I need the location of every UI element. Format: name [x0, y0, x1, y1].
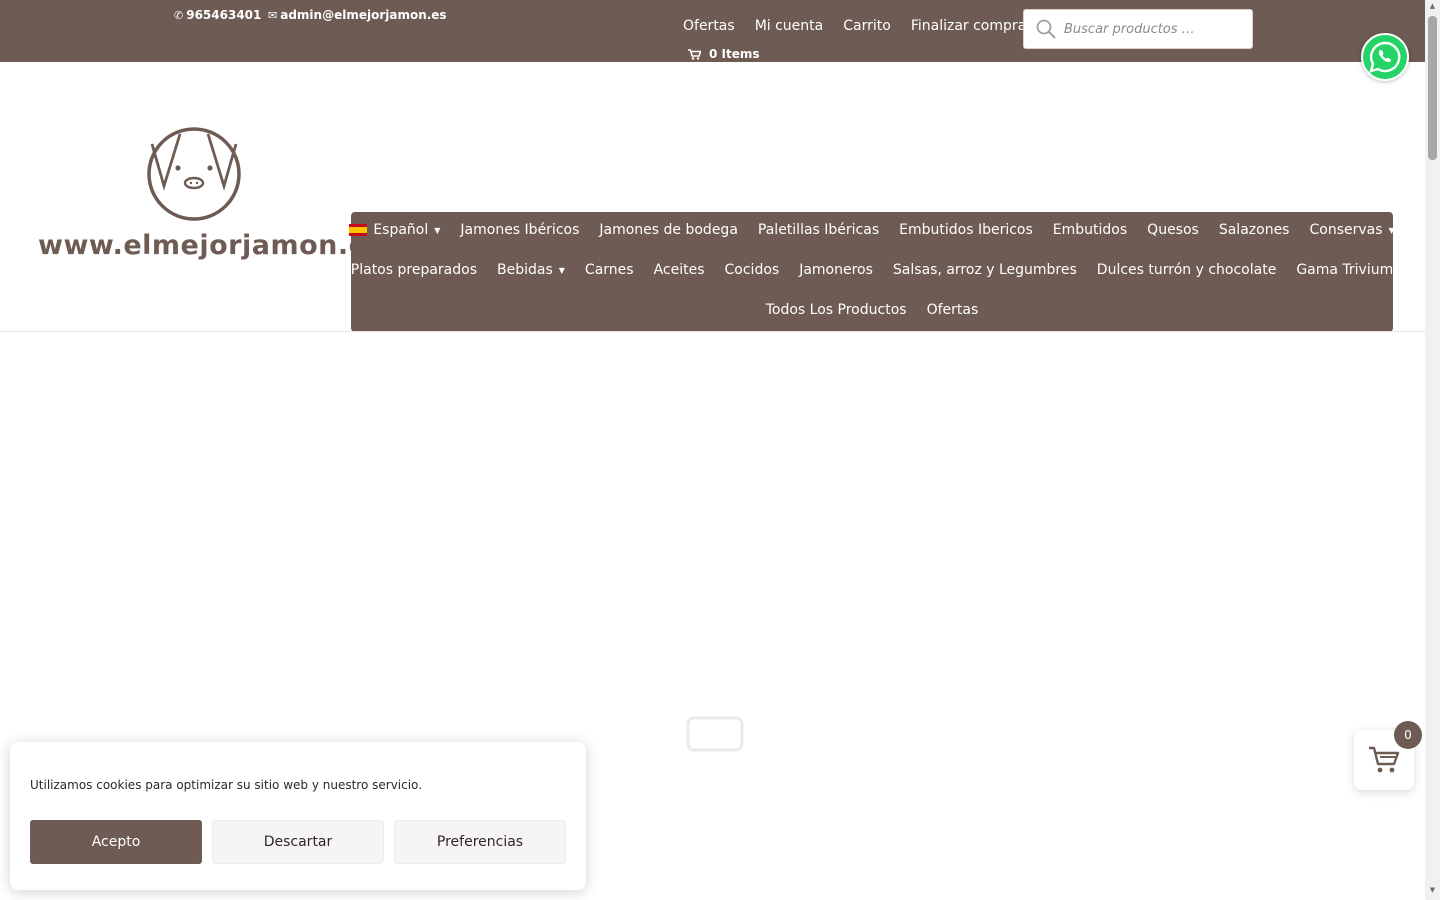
cart-icon	[1369, 746, 1400, 773]
nav-item-aceites[interactable]: Aceites	[654, 262, 705, 278]
nav-item-todos[interactable]: Todos Los Productos	[766, 302, 907, 318]
conservas-label: Conservas	[1309, 222, 1383, 238]
cart-icon	[688, 48, 701, 60]
email-contact[interactable]: ✉ admin@elmejorjamon.es	[268, 8, 447, 22]
cookie-message: Utilizamos cookies para optimizar su sit…	[30, 778, 423, 792]
caret-down-icon: ▼	[558, 265, 565, 275]
cookie-preferences-button[interactable]: Preferencias	[394, 820, 566, 864]
phone-contact[interactable]: ✆ 965463401	[174, 8, 261, 22]
caret-down-icon: ▼	[434, 225, 441, 235]
nav-item-conservas[interactable]: Conservas ▼	[1309, 222, 1394, 238]
search-icon[interactable]	[1036, 19, 1056, 39]
product-search	[1023, 9, 1253, 49]
whatsapp-icon	[1369, 41, 1401, 73]
nav-item-jamones-bodega[interactable]: Jamones de bodega	[599, 222, 738, 238]
whatsapp-button[interactable]	[1361, 33, 1409, 81]
site-name[interactable]: www.elmejorjamon.es	[38, 230, 384, 261]
top-links: Ofertas Mi cuenta Carrito Finalizar comp…	[683, 18, 1026, 34]
nav-item-salsas[interactable]: Salsas, arroz y Legumbres	[893, 262, 1077, 278]
cookie-deny-button[interactable]: Descartar	[212, 820, 384, 864]
cookie-banner: Utilizamos cookies para optimizar su sit…	[10, 742, 586, 890]
nav-item-jamones-ibericos[interactable]: Jamones Ibéricos	[460, 222, 579, 238]
nav-row-1: Español ▼ Jamones Ibéricos Jamones de bo…	[349, 222, 1395, 238]
envelope-icon: ✉	[268, 8, 278, 22]
nav-item-salazones[interactable]: Salazones	[1219, 222, 1290, 238]
top-cart-summary[interactable]: 0 Items	[688, 47, 760, 61]
top-link-finalizar-compra[interactable]: Finalizar compra	[911, 18, 1026, 34]
scrollbar-thumb[interactable]	[1428, 16, 1437, 160]
nav-item-bebidas[interactable]: Bebidas ▼	[497, 262, 565, 278]
email-address: admin@elmejorjamon.es	[280, 8, 447, 22]
search-input[interactable]	[1064, 21, 1244, 37]
cart-count-badge: 0	[1394, 721, 1422, 749]
cookie-accept-button[interactable]: Acepto	[30, 820, 202, 864]
phone-number: 965463401	[186, 8, 262, 22]
nav-item-embutidos[interactable]: Embutidos	[1053, 222, 1127, 238]
scroll-down-icon[interactable]: ▼	[1428, 886, 1437, 894]
cart-items-count: 0 Items	[709, 47, 760, 61]
nav-item-dulces[interactable]: Dulces turrón y chocolate	[1097, 262, 1277, 278]
nav-item-gama-trivium[interactable]: Gama Trivium	[1296, 262, 1393, 278]
nav-item-quesos[interactable]: Quesos	[1147, 222, 1199, 238]
spain-flag-icon	[349, 224, 368, 236]
scroll-up-icon[interactable]: ▲	[1428, 2, 1437, 10]
nav-item-embutidos-ibericos[interactable]: Embutidos Ibericos	[899, 222, 1033, 238]
bebidas-label: Bebidas	[497, 262, 553, 278]
nav-item-ofertas[interactable]: Ofertas	[927, 302, 979, 318]
nav-row-3: Todos Los Productos Ofertas	[351, 302, 1393, 318]
phone-icon: ✆	[174, 8, 184, 22]
main-nav: Español ▼ Jamones Ibéricos Jamones de bo…	[349, 212, 1395, 332]
pig-logo-icon	[147, 127, 241, 221]
loading-icon	[686, 716, 744, 752]
nav-item-platos[interactable]: Platos preparados	[351, 262, 477, 278]
nav-item-language[interactable]: Español ▼	[349, 222, 440, 238]
language-label: Español	[373, 222, 429, 238]
nav-item-jamoneros[interactable]: Jamoneros	[799, 262, 873, 278]
top-link-ofertas[interactable]: Ofertas	[683, 18, 735, 34]
top-link-mi-cuenta[interactable]: Mi cuenta	[755, 18, 824, 34]
header-divider	[0, 331, 1425, 332]
caret-down-icon: ▼	[1388, 225, 1395, 235]
nav-item-cocidos[interactable]: Cocidos	[725, 262, 780, 278]
nav-item-carnes[interactable]: Carnes	[585, 262, 634, 278]
top-bar: ✆ 965463401 ✉ admin@elmejorjamon.es Ofer…	[0, 0, 1425, 62]
nav-item-paletillas[interactable]: Paletillas Ibéricas	[758, 222, 879, 238]
top-link-carrito[interactable]: Carrito	[843, 18, 891, 34]
nav-row-2: Platos preparados Bebidas ▼ Carnes Aceit…	[351, 262, 1393, 278]
